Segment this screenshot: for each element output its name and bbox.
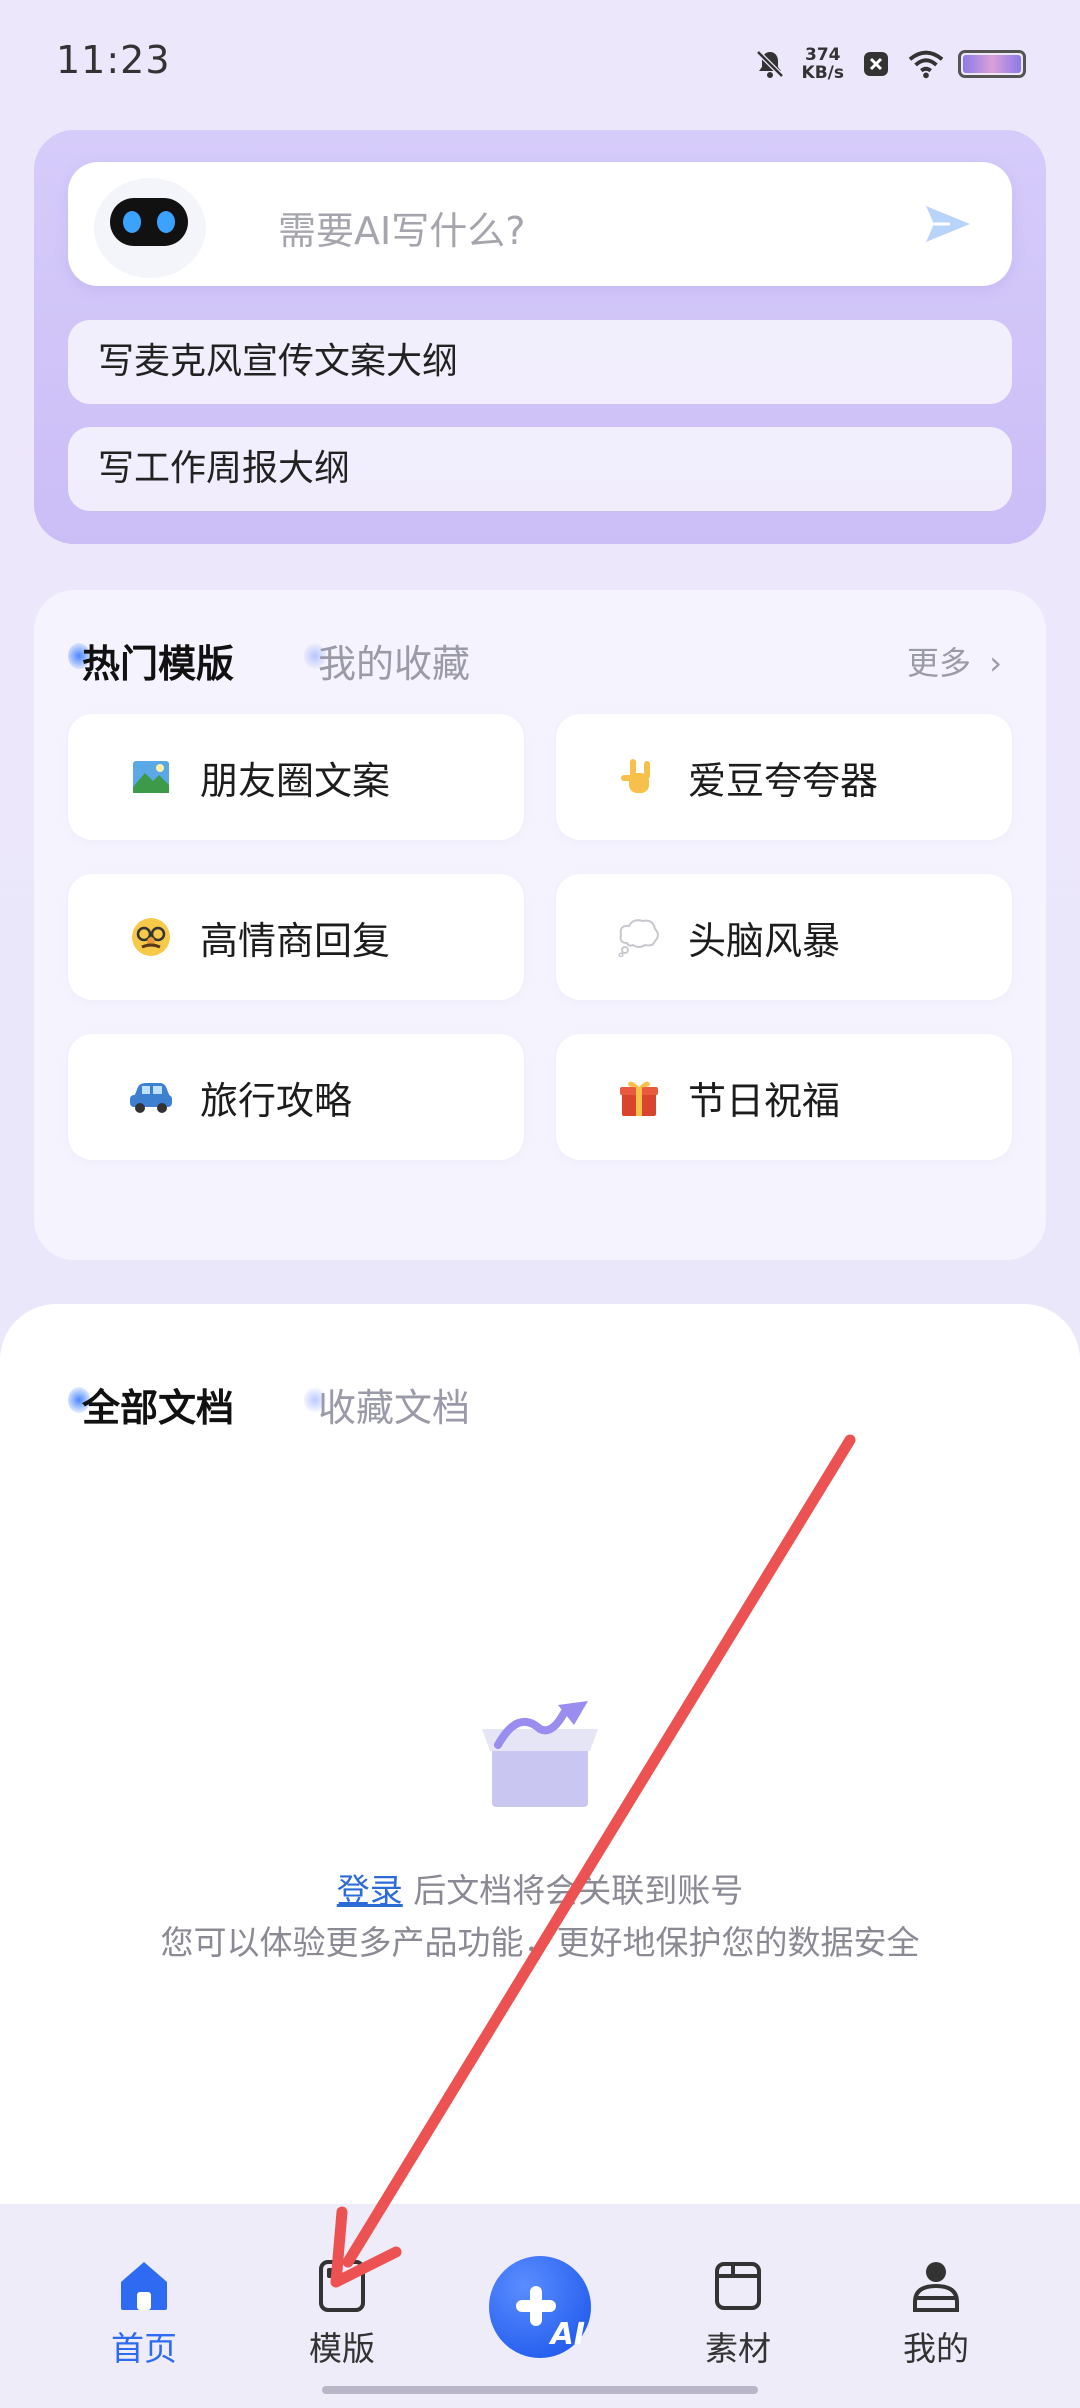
nav-item-profile[interactable]: 我的 <box>866 2254 1006 2370</box>
chevron-right-icon: › <box>989 644 1002 682</box>
thought-bubble-icon <box>616 914 662 960</box>
tab-all-documents[interactable]: 全部文档 <box>68 1377 235 1432</box>
nav-label: 我的 <box>903 2329 969 2368</box>
gift-icon <box>616 1074 662 1120</box>
template-item-holiday-greetings[interactable]: 节日祝福 <box>556 1034 1012 1160</box>
template-item-idol-praise[interactable]: 爱豆夸夸器 <box>556 714 1012 840</box>
more-link[interactable]: 更多 › <box>907 638 1002 684</box>
tab-label: 收藏文档 <box>318 1385 471 1430</box>
document-tabs: 全部文档 收藏文档 <box>68 1374 554 1434</box>
car-icon <box>128 1074 174 1120</box>
template-label: 高情商回复 <box>200 918 391 963</box>
template-item-moments[interactable]: 朋友圈文案 <box>68 714 524 840</box>
tab-label: 我的收藏 <box>318 641 471 686</box>
nav-item-materials[interactable]: 素材 <box>668 2254 808 2370</box>
mute-bell-icon <box>752 46 788 82</box>
tab-label: 全部文档 <box>82 1385 235 1430</box>
speed-value: 374 <box>805 45 841 65</box>
ai-input-placeholder: 需要AI写什么? <box>278 209 526 253</box>
status-bar: 11:23 374 KB/s <box>0 0 1080 120</box>
ai-writing-card: 需要AI写什么? 写麦克风宣传文案大纲 写工作周报大纲 <box>34 130 1046 544</box>
wifi-icon <box>908 46 944 82</box>
template-item-eq-reply[interactable]: 高情商回复 <box>68 874 524 1000</box>
login-link[interactable]: 登录 <box>337 1871 403 1910</box>
send-icon <box>926 206 970 242</box>
template-icon <box>319 2260 365 2312</box>
bottom-nav: 首页 模版 AI 素材 我的 <box>0 2204 1080 2408</box>
ai-create-button[interactable]: AI <box>489 2256 591 2358</box>
home-icon <box>121 2262 167 2310</box>
home-indicator[interactable] <box>322 2386 758 2394</box>
tab-label: 热门模版 <box>82 641 235 686</box>
tab-hot-templates[interactable]: 热门模版 <box>68 633 235 688</box>
suggestion-item[interactable]: 写工作周报大纲 <box>68 427 1012 511</box>
tab-favorite-documents[interactable]: 收藏文档 <box>304 1377 471 1432</box>
ai-fab-label: AI <box>550 2317 585 2352</box>
template-label: 朋友圈文案 <box>200 758 391 803</box>
robot-avatar-icon <box>92 170 214 278</box>
nav-label: 首页 <box>111 2329 177 2368</box>
send-button[interactable] <box>920 196 976 252</box>
disguise-face-icon <box>128 914 174 960</box>
status-time: 11:23 <box>56 38 171 82</box>
nav-label: 模版 <box>309 2329 375 2368</box>
empty-box-icon <box>478 1699 602 1809</box>
empty-state-login-hint: 登录 后文档将会关联到账号 <box>0 1864 1080 1912</box>
battery-icon <box>958 50 1026 78</box>
status-icons: 374 KB/s <box>752 42 1026 86</box>
template-item-travel[interactable]: 旅行攻略 <box>68 1034 524 1160</box>
template-label: 头脑风暴 <box>688 918 841 963</box>
empty-state-description: 您可以体验更多产品功能，更好地保护您的数据安全 <box>160 1923 920 1962</box>
person-icon <box>913 2262 959 2312</box>
suggestion-item[interactable]: 写麦克风宣传文案大纲 <box>68 320 1012 404</box>
rock-hand-icon <box>616 754 662 800</box>
app-notification-icon <box>858 46 894 82</box>
nav-item-templates[interactable]: 模版 <box>272 2254 412 2370</box>
folder-icon <box>715 2262 761 2310</box>
template-label: 节日祝福 <box>688 1078 841 1123</box>
tab-my-favorites[interactable]: 我的收藏 <box>304 633 471 688</box>
login-hint-text: 后文档将会关联到账号 <box>402 1871 744 1910</box>
template-tabs: 热门模版 我的收藏 <box>68 630 554 690</box>
landscape-photo-icon <box>128 754 174 800</box>
template-item-brainstorm[interactable]: 头脑风暴 <box>556 874 1012 1000</box>
nav-item-home[interactable]: 首页 <box>74 2254 214 2370</box>
template-label: 旅行攻略 <box>200 1078 353 1123</box>
nav-label: 素材 <box>705 2329 771 2368</box>
documents-panel: 全部文档 收藏文档 登录 后文档将会关联到账号 您可以体验更多产品功能，更好地保… <box>0 1304 1080 2204</box>
speed-unit: KB/s <box>801 63 844 83</box>
templates-card: 热门模版 我的收藏 更多 › 朋友圈文案 爱豆夸夸器 高情商回复 头脑风暴 旅行… <box>34 590 1046 1260</box>
more-label: 更多 <box>907 644 972 682</box>
network-speed: 374 KB/s <box>802 46 844 82</box>
template-label: 爱豆夸夸器 <box>688 758 879 803</box>
ai-prompt-input[interactable]: 需要AI写什么? <box>68 162 1012 286</box>
